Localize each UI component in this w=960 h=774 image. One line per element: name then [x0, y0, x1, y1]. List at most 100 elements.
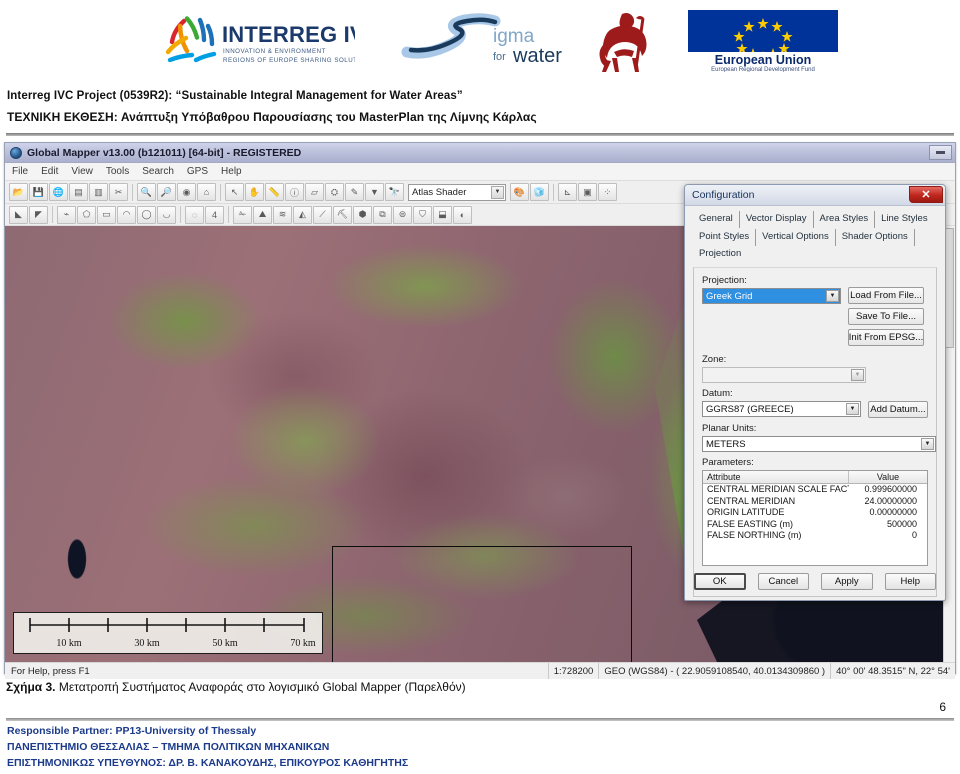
combine-terrain-icon[interactable]: ⧉: [373, 205, 392, 224]
tab-vector-display[interactable]: Vector Display: [740, 211, 814, 228]
parameters-table[interactable]: Attribute Value CENTRAL MERIDIAN SCALE F…: [702, 470, 928, 566]
planar-units-select[interactable]: METERS ▼: [702, 436, 936, 452]
dialog-tabstrip-row2[interactable]: Point Styles Vertical Options Shader Opt…: [691, 229, 939, 263]
zone-select[interactable]: ▼: [702, 367, 866, 383]
menu-item-file[interactable]: File: [12, 166, 28, 177]
close-icon[interactable]: ✕: [909, 186, 943, 203]
shader-dropdown-icon[interactable]: ▼: [365, 183, 384, 201]
rectangle-icon[interactable]: ▭: [97, 205, 116, 224]
save-to-file-button[interactable]: Save To File...: [848, 308, 924, 325]
menu-item-help[interactable]: Help: [221, 166, 242, 177]
arc-icon[interactable]: ◡: [157, 205, 176, 224]
feature-info-icon[interactable]: ⓘ: [285, 183, 304, 201]
flatten-icon[interactable]: ⬓: [433, 205, 452, 224]
area-create-icon[interactable]: ◣: [9, 205, 28, 224]
ok-button[interactable]: OK: [694, 573, 746, 590]
svg-text:water: water: [512, 45, 562, 67]
window-controls[interactable]: [929, 145, 952, 160]
line-draw-icon[interactable]: ✎: [345, 183, 364, 201]
shader-settings-icon[interactable]: 🎨: [510, 183, 529, 201]
dialog-button-row[interactable]: OK Cancel Apply Help: [694, 573, 936, 590]
chevron-down-icon[interactable]: ▼: [921, 438, 934, 450]
shader-select[interactable]: Atlas Shader ▼: [408, 183, 506, 201]
line-create-icon[interactable]: ◤: [29, 205, 48, 224]
help-button[interactable]: Help: [884, 573, 936, 590]
chevron-down-icon[interactable]: ▼: [826, 290, 839, 302]
zoom-in-icon[interactable]: 🔍: [137, 183, 156, 201]
line-of-sight-icon[interactable]: ⟋: [313, 205, 332, 224]
generate-contours-icon[interactable]: ⊜: [393, 205, 412, 224]
range-ring-icon[interactable]: ◌: [185, 205, 204, 224]
chevron-down-icon[interactable]: ▼: [491, 185, 504, 199]
restore-button[interactable]: [929, 145, 952, 160]
tab-projection[interactable]: Projection: [693, 246, 748, 263]
sigma-for-water-logo: igma for water: [395, 12, 570, 68]
map-selection-rectangle[interactable]: [332, 546, 632, 662]
globe-icon[interactable]: 🌐: [49, 183, 68, 201]
table-row[interactable]: FALSE EASTING (m) 500000: [703, 519, 927, 531]
scatter-icon[interactable]: ⁘: [598, 183, 617, 201]
scrollbar-thumb[interactable]: [945, 228, 954, 348]
datum-select[interactable]: GGRS87 (GREECE) ▼: [702, 401, 861, 417]
tab-shader-options[interactable]: Shader Options: [836, 229, 915, 246]
table-row[interactable]: ORIGIN LATITUDE 0.00000000: [703, 507, 927, 519]
table-row[interactable]: CENTRAL MERIDIAN SCALE FACT... 0.9996000…: [703, 484, 927, 496]
menu-item-edit[interactable]: Edit: [41, 166, 58, 177]
digitizer-icon[interactable]: ▱: [305, 183, 324, 201]
ellipse-icon[interactable]: ◯: [137, 205, 156, 224]
zoom-out-icon[interactable]: 🔎: [157, 183, 176, 201]
tab-area-styles[interactable]: Area Styles: [814, 211, 876, 228]
terrain-icon[interactable]: ⛰: [253, 205, 272, 224]
polygon-icon[interactable]: ⬠: [77, 205, 96, 224]
dialog-tabstrip-row1[interactable]: General Vector Display Area Styles Line …: [691, 211, 939, 228]
contour-icon[interactable]: 4: [205, 205, 224, 224]
volume-icon[interactable]: ⬢: [353, 205, 372, 224]
cancel-button[interactable]: Cancel: [757, 573, 810, 590]
find-binoculars-icon[interactable]: 🔭: [385, 183, 404, 201]
measure-icon[interactable]: 📏: [265, 183, 284, 201]
3d-view-icon[interactable]: 🧊: [530, 183, 549, 201]
menu-item-tools[interactable]: Tools: [106, 166, 129, 177]
spatial-op-icon[interactable]: ◐: [453, 205, 472, 224]
dialog-title-bar[interactable]: Configuration ✕: [685, 185, 945, 206]
table-row[interactable]: FALSE NORTHING (m) 0: [703, 530, 927, 542]
zoom-to-layer-icon[interactable]: ◉: [177, 183, 196, 201]
overlay-icon[interactable]: ▥: [89, 183, 108, 201]
elevation-icon[interactable]: ⛉: [413, 205, 432, 224]
apply-button[interactable]: Apply: [821, 573, 873, 590]
tab-line-styles[interactable]: Line Styles: [875, 211, 933, 228]
point-create-icon[interactable]: ⌁: [57, 205, 76, 224]
view-shed-icon[interactable]: ◭: [293, 205, 312, 224]
cut-polygon-icon[interactable]: ✁: [233, 205, 252, 224]
path-profile-icon[interactable]: ⛭: [325, 183, 344, 201]
open-file-icon[interactable]: 📂: [9, 183, 28, 201]
save-file-icon[interactable]: 💾: [29, 183, 48, 201]
3d-path-icon[interactable]: ⛏: [333, 205, 352, 224]
tab-point-styles[interactable]: Point Styles: [693, 229, 757, 246]
tab-general[interactable]: General: [693, 211, 740, 228]
add-datum-button[interactable]: Add Datum...: [867, 401, 928, 418]
pan-pointer-icon[interactable]: ↖: [225, 183, 244, 201]
circle-icon[interactable]: ◠: [117, 205, 136, 224]
menu-item-view[interactable]: View: [71, 166, 93, 177]
load-from-file-button[interactable]: Load From File...: [848, 287, 924, 304]
window-title-bar[interactable]: Global Mapper v13.00 (b121011) [64-bit] …: [5, 143, 955, 163]
menu-item-gps[interactable]: GPS: [187, 166, 208, 177]
watershed-icon[interactable]: ≋: [273, 205, 292, 224]
menu-item-search[interactable]: Search: [142, 166, 174, 177]
grab-hand-icon[interactable]: ✋: [245, 183, 264, 201]
chevron-down-icon[interactable]: ▼: [851, 369, 864, 381]
toolbar2-separator-1: [52, 206, 53, 223]
tab-vertical-options[interactable]: Vertical Options: [756, 229, 836, 246]
grid-tool-icon[interactable]: ⊾: [558, 183, 577, 201]
menu-bar[interactable]: File Edit View Tools Search GPS Help: [5, 163, 955, 181]
footer-line-3: ΕΠΙΣΤΗΜΟΝΙΚΩΣ ΥΠΕΥΘΥΝΟΣ: ΔΡ. Β. ΚΑΝΑΚΟΥΔ…: [7, 757, 409, 769]
projection-select[interactable]: Greek Grid ▼: [702, 288, 841, 304]
table-row[interactable]: CENTRAL MERIDIAN 24.00000000: [703, 496, 927, 508]
image-rectify-icon[interactable]: ▣: [578, 183, 597, 201]
home-extents-icon[interactable]: ⌂: [197, 183, 216, 201]
layer-control-icon[interactable]: ▤: [69, 183, 88, 201]
tools-icon[interactable]: ✂: [109, 183, 128, 201]
chevron-down-icon[interactable]: ▼: [845, 403, 859, 415]
init-from-epsg-button[interactable]: Init From EPSG...: [848, 329, 924, 346]
